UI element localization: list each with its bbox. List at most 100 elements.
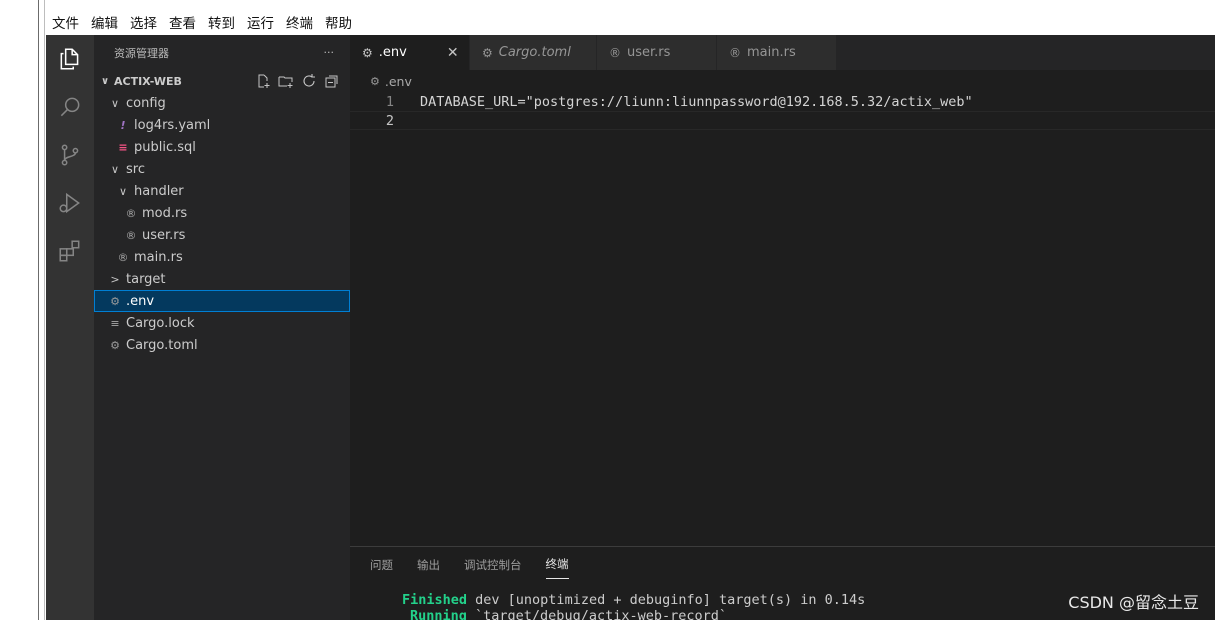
tree-item-label: log4rs.yaml <box>134 117 211 133</box>
rust-icon: ® <box>729 45 741 60</box>
database-icon: ≡ <box>118 140 128 154</box>
collapse-all-icon[interactable] <box>324 73 340 89</box>
tab-env[interactable]: ⚙ .env ✕ <box>350 35 470 70</box>
chevron-down-icon: ∨ <box>110 162 120 176</box>
menu-run[interactable]: 运行 <box>247 12 274 32</box>
tree-folder-target[interactable]: > target <box>94 268 350 290</box>
breadcrumb-file: .env <box>384 73 412 89</box>
gear-icon: ⚙ <box>370 74 380 88</box>
source-control-icon <box>61 144 79 166</box>
explorer-sidebar: 资源管理器 ··· ∨ ACTIX-WEB ∨ config ! log4rs.… <box>94 35 350 620</box>
menu-file[interactable]: 文件 <box>52 12 79 32</box>
terminal-keyword: Finished <box>402 592 468 608</box>
tree-item-label: Cargo.toml <box>126 337 198 353</box>
source-control-button[interactable] <box>46 131 94 179</box>
tree-item-label: target <box>126 271 166 287</box>
tree-item-label: config <box>126 95 166 111</box>
tab-label: Cargo.toml <box>498 45 571 60</box>
files-icon <box>60 48 79 70</box>
menu-bar: 文件 编辑 选择 查看 转到 运行 终端 帮助 <box>46 9 364 35</box>
menu-help[interactable]: 帮助 <box>325 12 352 32</box>
close-icon[interactable]: ✕ <box>447 45 459 61</box>
tree-file-user-rs[interactable]: ® user.rs <box>94 224 350 246</box>
search-button[interactable] <box>46 83 94 131</box>
tab-output[interactable]: 输出 <box>417 551 440 579</box>
tree-folder-config[interactable]: ∨ config <box>94 92 350 114</box>
tab-problems[interactable]: 问题 <box>370 551 393 579</box>
workspace-name: ACTIX-WEB <box>114 74 182 88</box>
more-actions-button[interactable]: ··· <box>324 46 335 59</box>
gear-icon: ⚙ <box>110 294 120 308</box>
gear-icon: ⚙ <box>362 45 373 60</box>
menu-terminal[interactable]: 终端 <box>286 12 313 32</box>
tab-debug-console[interactable]: 调试控制台 <box>464 551 522 579</box>
menu-go[interactable]: 转到 <box>208 12 235 32</box>
terminal-text: `target/debug/actix-web-record` <box>466 608 727 620</box>
chevron-down-icon: ∨ <box>110 96 120 110</box>
tab-label: user.rs <box>627 45 671 60</box>
panel-tabs: 问题 输出 调试控制台 终端 <box>350 547 1215 582</box>
code-editor[interactable]: 1 DATABASE_URL="postgres://liunn:liunnpa… <box>350 92 1215 130</box>
tree-folder-handler[interactable]: ∨ handler <box>94 180 350 202</box>
menu-selection[interactable]: 选择 <box>130 12 157 32</box>
refresh-icon[interactable] <box>301 73 317 89</box>
explorer-button[interactable] <box>46 35 94 83</box>
tree-item-label: public.sql <box>134 139 196 155</box>
line-number: 1 <box>385 93 394 110</box>
run-debug-button[interactable] <box>46 179 94 227</box>
tree-item-label: user.rs <box>142 227 186 243</box>
chevron-down-icon: ∨ <box>118 184 128 198</box>
sidebar-title: 资源管理器 <box>114 46 169 60</box>
tab-label: .env <box>378 45 407 60</box>
tree-item-label: mod.rs <box>142 205 188 221</box>
tab-terminal[interactable]: 终端 <box>545 550 569 579</box>
tree-item-label: .env <box>126 293 155 309</box>
breadcrumb[interactable]: ⚙ .env <box>350 70 1215 92</box>
tree-file-mod-rs[interactable]: ® mod.rs <box>94 202 350 224</box>
menu-view[interactable]: 查看 <box>169 12 196 32</box>
rust-icon: ® <box>125 228 137 242</box>
search-icon <box>60 97 80 117</box>
extensions-icon <box>59 240 80 262</box>
lines-icon: ≡ <box>110 316 120 330</box>
section-actions <box>255 73 340 89</box>
terminal-text: dev [unoptimized + debuginfo] target(s) … <box>467 592 866 608</box>
tree-item-label: main.rs <box>134 249 183 265</box>
activity-bar <box>46 35 94 620</box>
watermark: CSDN @留念土豆 <box>1068 593 1199 612</box>
extensions-button[interactable] <box>46 227 94 275</box>
new-file-icon[interactable] <box>255 73 271 89</box>
chevron-down-icon: ∨ <box>100 75 110 87</box>
sidebar-header: 资源管理器 ··· <box>94 35 350 70</box>
tree-file-log4rs-yaml[interactable]: ! log4rs.yaml <box>94 114 350 136</box>
line-number: 2 <box>385 112 394 129</box>
tree-file-main-rs[interactable]: ® main.rs <box>94 246 350 268</box>
gear-icon: ⚙ <box>110 338 120 352</box>
tree-file-env[interactable]: ⚙ .env <box>94 290 350 312</box>
tab-cargo-toml[interactable]: ⚙ Cargo.toml <box>470 35 597 70</box>
window-border <box>38 0 39 620</box>
tree-file-cargo-toml[interactable]: ⚙ Cargo.toml <box>94 334 350 356</box>
editor-tabs: ⚙ .env ✕ ⚙ Cargo.toml ® user.rs ® main.r… <box>350 35 1215 70</box>
yaml-icon: ! <box>120 118 126 132</box>
new-folder-icon[interactable] <box>278 73 294 89</box>
tree-file-public-sql[interactable]: ≡ public.sql <box>94 136 350 158</box>
tab-user-rs[interactable]: ® user.rs <box>597 35 717 70</box>
tree-file-cargo-lock[interactable]: ≡ Cargo.lock <box>94 312 350 334</box>
rust-icon: ® <box>609 45 621 60</box>
rust-icon: ® <box>125 206 137 220</box>
chevron-right-icon: > <box>110 272 120 286</box>
code-line-current: 2 <box>350 111 1215 130</box>
rust-icon: ® <box>117 250 129 264</box>
tree-item-label: handler <box>134 183 184 199</box>
line-text: DATABASE_URL="postgres://liunn:liunnpass… <box>420 93 973 110</box>
menu-edit[interactable]: 编辑 <box>91 12 118 32</box>
window-border-inner <box>44 0 45 620</box>
tab-main-rs[interactable]: ® main.rs <box>717 35 837 70</box>
tree-item-label: Cargo.lock <box>126 315 195 331</box>
code-line: 1 DATABASE_URL="postgres://liunn:liunnpa… <box>350 92 1215 111</box>
tree-folder-src[interactable]: ∨ src <box>94 158 350 180</box>
terminal-keyword: Running <box>410 608 467 620</box>
workspace-section-header[interactable]: ∨ ACTIX-WEB <box>94 70 350 92</box>
left-window-edge <box>0 0 46 620</box>
